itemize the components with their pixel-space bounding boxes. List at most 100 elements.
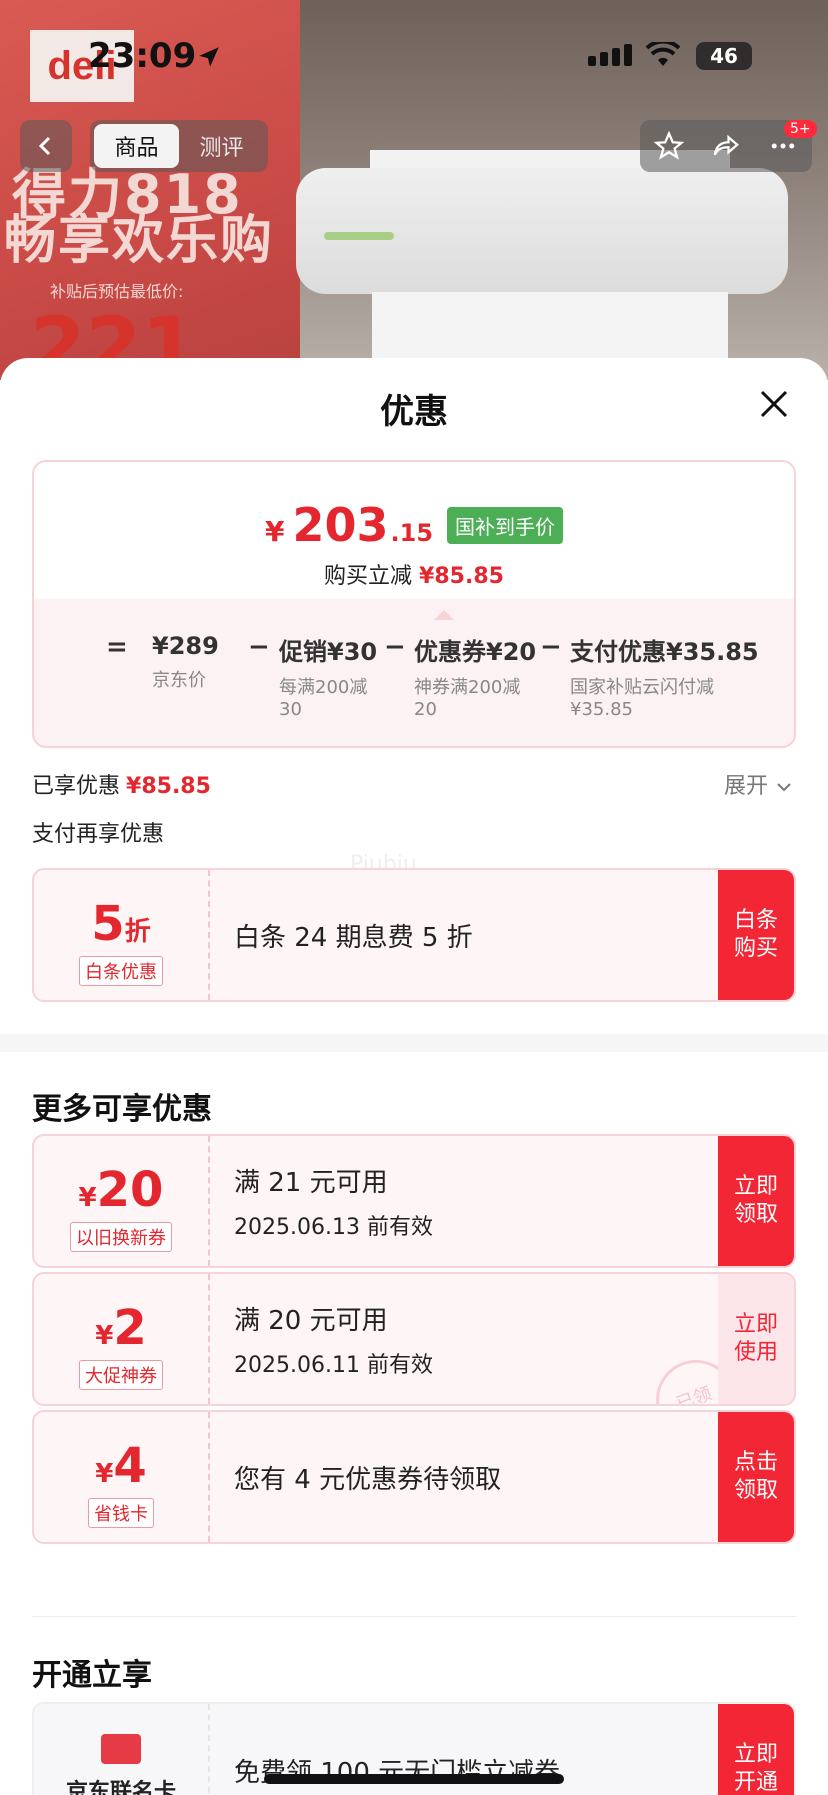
breakdown-caret [434, 610, 454, 620]
open-card-button[interactable]: 立即开通 [718, 1704, 794, 1795]
product-image [296, 168, 788, 294]
coupon-label: 神券满200减20 [414, 677, 521, 720]
enjoyed-label: 已享优惠 [32, 774, 121, 799]
message-badge: 5+ [784, 120, 817, 138]
back-button[interactable] [20, 120, 72, 172]
baitiao-discount: 5折 [34, 896, 208, 952]
coupon-description: 满 21 元可用 2025.06.13 前有效 [234, 1136, 433, 1266]
payment-discount-label: 国家补贴云闪付减¥35.85 [570, 677, 714, 720]
reduction-amount: ¥85.85 [419, 564, 504, 589]
coupon-condition: 满 21 元可用 [234, 1167, 388, 1198]
close-icon[interactable] [758, 388, 790, 420]
co-brand-card-name: 京东联名卡 [65, 1780, 176, 1795]
price-breakdown-card: ¥ 203 .15 国补到手价 购买立减 ¥85.85 = ¥289 京东价 −… [32, 460, 796, 748]
jd-price-value: ¥289 [152, 632, 219, 660]
coupon-condition: 您有 4 元优惠券待领取 [234, 1464, 502, 1495]
coupon-text: 白条 24 期息费 5 折 [234, 922, 473, 953]
coupon-card: ¥2 大促神券 满 20 元可用 2025.06.11 前有效 已领 立即使用 [32, 1272, 796, 1406]
coupon-description: 您有 4 元优惠券待领取 [234, 1412, 501, 1542]
coupon-amount: ¥2 [34, 1300, 208, 1356]
coupon-value-panel: 5折 白条优惠 [34, 870, 210, 1000]
promotion-label: 每满200减30 [279, 677, 368, 720]
calc-item-promotion: 促销¥30 每满200减30 [279, 632, 377, 721]
enjoyed-amount: ¥85.85 [126, 774, 211, 799]
use-coupon-button[interactable]: 立即使用 [718, 1274, 794, 1404]
section-separator [32, 1616, 796, 1617]
final-price: ¥ 203 .15 国补到手价 [34, 498, 794, 552]
price-decimal: .15 [390, 519, 434, 547]
coupon-currency: ¥ [95, 1459, 114, 1489]
coupon-card: ¥4 省钱卡 您有 4 元优惠券待领取 点击领取 [32, 1410, 796, 1544]
chevron-down-icon [777, 783, 791, 792]
price-currency: ¥ [264, 515, 285, 548]
coupon-value: 2 [113, 1300, 147, 1356]
status-bar: 23:09 46 [0, 0, 828, 110]
coupon-currency: ¥ [78, 1183, 97, 1213]
more-offers-title: 更多可享优惠 [32, 1092, 212, 1127]
home-indicator [264, 1774, 564, 1784]
open-benefits-title: 开通立享 [32, 1658, 152, 1693]
coupon-card: ¥20 以旧换新券 满 21 元可用 2025.06.13 前有效 立即领取 [32, 1134, 796, 1268]
minus-sign: − [384, 632, 406, 662]
minus-sign: − [248, 632, 270, 662]
chevron-left-icon [38, 136, 51, 156]
instant-reduction: 购买立减 ¥85.85 [34, 558, 794, 590]
coupon-value: 4 [113, 1438, 147, 1494]
product-indicator [324, 232, 394, 240]
coupon-tag: 省钱卡 [88, 1498, 154, 1528]
promo-line-2: 畅享欢乐购 [4, 211, 275, 271]
section-divider [0, 1034, 828, 1052]
wifi-icon [646, 42, 680, 66]
discount-sheet: 优惠 ¥ 203 .15 国补到手价 购买立减 ¥85.85 = ¥289 京东… [0, 358, 828, 1795]
enjoyed-discount: 已享优惠 ¥85.85 [32, 768, 211, 800]
pay-again-heading: 支付再享优惠 [32, 822, 165, 847]
calc-item-jd-price: ¥289 京东价 [152, 632, 242, 692]
coupon-currency: ¥ [95, 1321, 114, 1351]
expand-label: 展开 [724, 774, 769, 799]
claim-coupon-button[interactable]: 点击领取 [718, 1412, 794, 1542]
coupon-value-panel: ¥2 大促神券 [34, 1274, 210, 1404]
claim-coupon-button[interactable]: 立即领取 [718, 1136, 794, 1266]
tab-review[interactable]: 测评 [179, 124, 264, 168]
baitiao-offer-card: 5折 白条优惠 白条 24 期息费 5 折 白条购买 [32, 868, 796, 1002]
discount-value: 5 [91, 896, 125, 952]
coupon-amount: ¥4 [34, 1438, 208, 1494]
product-tabs: 商品 测评 [90, 120, 268, 172]
reduction-label: 购买立减 [324, 564, 413, 589]
minus-sign: − [540, 632, 562, 662]
coupon-amount: ¥20 [34, 1162, 208, 1218]
share-icon[interactable] [711, 131, 741, 161]
payment-discount-value: 支付优惠¥35.85 [570, 638, 759, 666]
equals-sign: = [106, 632, 128, 662]
location-arrow-icon [199, 47, 219, 67]
coupon-condition: 满 20 元可用 [234, 1305, 388, 1336]
coupon-value: 优惠券¥20 [414, 638, 537, 666]
calc-item-payment: 支付优惠¥35.85 国家补贴云闪付减¥35.85 [570, 632, 759, 721]
star-icon[interactable] [653, 131, 684, 161]
cellular-signal-icon [588, 44, 632, 66]
status-time: 23:09 [88, 36, 197, 76]
coupon-expiry: 2025.06.13 前有效 [234, 1214, 433, 1240]
credit-card-icon [101, 1734, 141, 1764]
sheet-title: 优惠 [380, 392, 448, 432]
jd-price-label: 京东价 [152, 670, 206, 691]
coupon-value-panel: ¥4 省钱卡 [34, 1412, 210, 1542]
price-integer: 203 [292, 498, 389, 552]
expand-toggle[interactable]: 展开 [724, 768, 793, 800]
subsidy-price-badge: 国补到手价 [447, 506, 564, 544]
coupon-tag: 大促神券 [79, 1360, 163, 1390]
tab-product[interactable]: 商品 [94, 124, 179, 168]
coupon-expiry: 2025.06.11 前有效 [234, 1352, 433, 1378]
co-brand-card-panel: 京东联名卡 [34, 1704, 210, 1795]
promo-line-3: 补贴后预估最低价: [50, 282, 184, 301]
baitiao-buy-button[interactable]: 白条购买 [718, 870, 794, 1000]
coupon-value-panel: ¥20 以旧换新券 [34, 1136, 210, 1266]
coupon-description: 白条 24 期息费 5 折 [234, 870, 473, 1000]
promotion-value: 促销¥30 [279, 638, 378, 666]
coupon-value: 20 [96, 1162, 164, 1218]
discount-unit: 折 [124, 917, 151, 947]
battery-indicator: 46 [696, 42, 752, 70]
coupon-tag: 以旧换新券 [70, 1222, 172, 1252]
coupon-tag: 白条优惠 [79, 956, 163, 986]
calc-item-coupon: 优惠券¥20 神券满200减20 [414, 632, 536, 721]
